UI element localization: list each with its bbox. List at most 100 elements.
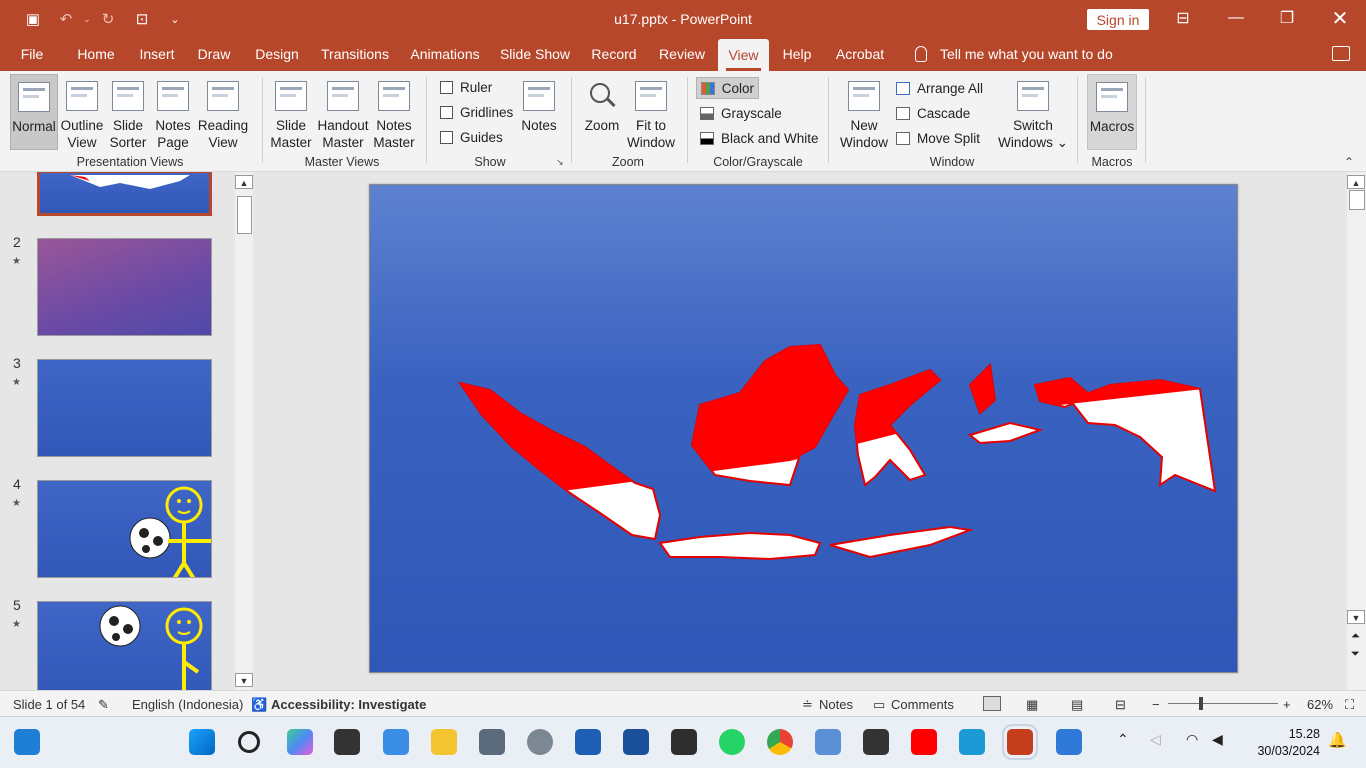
- save-icon[interactable]: ▣: [23, 9, 43, 29]
- tab-design[interactable]: Design: [248, 38, 306, 71]
- tab-slide-show[interactable]: Slide Show: [496, 38, 574, 71]
- redo-icon[interactable]: ↻: [98, 9, 118, 29]
- task-view-icon[interactable]: [334, 729, 360, 755]
- zoom-out-icon[interactable]: −: [1152, 697, 1160, 712]
- app-icon[interactable]: [14, 729, 40, 755]
- search-icon[interactable]: [238, 731, 260, 753]
- language-status[interactable]: English (Indonesia): [132, 697, 243, 712]
- tab-insert[interactable]: Insert: [132, 38, 182, 71]
- tab-acrobat[interactable]: Acrobat: [829, 38, 891, 71]
- notes-status-button[interactable]: Notes: [819, 697, 853, 712]
- slide-thumbnail-4[interactable]: [37, 480, 212, 578]
- slide-thumbnail-2[interactable]: [37, 238, 212, 336]
- tab-file[interactable]: File: [14, 38, 50, 71]
- notes-master-button[interactable]: Notes Master: [372, 74, 416, 151]
- scroll-up-icon[interactable]: ▲: [1347, 175, 1365, 189]
- thumbnail-scrollbar[interactable]: ▲ ▼: [235, 172, 253, 690]
- new-window-button[interactable]: New Window: [838, 74, 890, 151]
- tab-draw[interactable]: Draw: [190, 38, 238, 71]
- zoom-level[interactable]: 62%: [1307, 697, 1333, 712]
- outline-view-button[interactable]: Outline View: [60, 74, 104, 151]
- photos-app-icon[interactable]: [1056, 729, 1082, 755]
- tab-review[interactable]: Review: [652, 38, 712, 71]
- slide-scrollbar[interactable]: ▲ ▼ ⏶ ⏷: [1347, 172, 1366, 690]
- slide-canvas[interactable]: [369, 184, 1238, 673]
- gridlines-checkbox[interactable]: Gridlines: [440, 105, 513, 120]
- notification-bell-icon[interactable]: 🔔: [1328, 731, 1347, 749]
- handout-master-button[interactable]: Handout Master: [316, 74, 370, 151]
- zoom-slider[interactable]: [1168, 703, 1278, 704]
- youtube-icon[interactable]: [911, 729, 937, 755]
- slide-thumbnail-3[interactable]: [37, 359, 212, 457]
- normal-view-button[interactable]: Normal: [10, 74, 58, 150]
- powerpoint-icon[interactable]: [1002, 724, 1038, 760]
- speaker-icon[interactable]: ◀: [1212, 731, 1223, 748]
- present-from-start-icon[interactable]: ⊡: [132, 9, 152, 29]
- collapse-ribbon-icon[interactable]: ⌃: [1344, 155, 1354, 169]
- reading-view-status-icon[interactable]: ▤: [1071, 697, 1083, 713]
- volume-muted-icon[interactable]: ◁: [1150, 731, 1161, 748]
- show-dialog-launcher-icon[interactable]: ↘: [556, 157, 564, 168]
- slide-master-button[interactable]: Slide Master: [268, 74, 314, 151]
- triangle-app-icon[interactable]: [863, 729, 889, 755]
- customize-qat-icon[interactable]: ⌄: [165, 9, 185, 29]
- tab-record[interactable]: Record: [584, 38, 644, 71]
- fit-slide-icon[interactable]: ⛶: [1345, 697, 1354, 713]
- move-split-button[interactable]: Move Split: [892, 127, 984, 149]
- notes-toggle-button[interactable]: Notes: [518, 74, 560, 134]
- scrollbar-thumb[interactable]: [237, 196, 252, 234]
- switch-windows-button[interactable]: Switch Windows ⌄: [998, 74, 1068, 151]
- notes-page-button[interactable]: Notes Page: [152, 74, 194, 151]
- ruler-checkbox[interactable]: Ruler: [440, 80, 492, 95]
- macros-button[interactable]: Macros: [1087, 74, 1137, 150]
- zoom-button[interactable]: Zoom: [580, 74, 624, 134]
- slide-thumbnail-1[interactable]: [37, 172, 212, 216]
- wifi-icon[interactable]: ◠: [1186, 731, 1198, 748]
- close-icon[interactable]: ✕: [1317, 4, 1363, 32]
- whatsapp-icon[interactable]: [719, 729, 745, 755]
- restore-icon[interactable]: ❐: [1264, 4, 1310, 32]
- color-button[interactable]: Color: [696, 77, 759, 99]
- comments-status-button[interactable]: Comments: [891, 697, 954, 712]
- copilot-icon[interactable]: [287, 729, 313, 755]
- scroll-down-icon[interactable]: ▼: [1347, 610, 1365, 624]
- notepad-icon[interactable]: [623, 729, 649, 755]
- next-slide-icon[interactable]: ⏷: [1351, 648, 1360, 661]
- zoom-slider-thumb[interactable]: [1199, 697, 1203, 710]
- tablet-app-icon[interactable]: [959, 729, 985, 755]
- store-icon[interactable]: [575, 729, 601, 755]
- undo-icon[interactable]: ↶: [56, 9, 76, 29]
- slide-sorter-button[interactable]: Slide Sorter: [107, 74, 149, 151]
- scroll-down-icon[interactable]: ▼: [235, 673, 253, 687]
- settings-gear-icon[interactable]: [527, 729, 553, 755]
- tab-transitions[interactable]: Transitions: [314, 38, 396, 71]
- reading-view-button[interactable]: Reading View: [197, 74, 249, 151]
- arrange-all-button[interactable]: Arrange All: [892, 77, 987, 99]
- cascade-button[interactable]: Cascade: [892, 102, 974, 124]
- spelling-icon[interactable]: ✎: [98, 697, 109, 713]
- tab-animations[interactable]: Animations: [404, 38, 486, 71]
- tab-help[interactable]: Help: [775, 38, 819, 71]
- comments-icon[interactable]: [1332, 46, 1350, 61]
- slideshow-status-icon[interactable]: ⊟: [1115, 697, 1126, 713]
- grayscale-button[interactable]: Grayscale: [696, 102, 786, 124]
- start-icon[interactable]: [189, 729, 215, 755]
- black-and-white-button[interactable]: Black and White: [696, 127, 823, 149]
- scrollbar-thumb[interactable]: [1349, 190, 1365, 210]
- ribbon-display-icon[interactable]: ⊟: [1160, 4, 1206, 32]
- tab-view[interactable]: View: [718, 39, 769, 71]
- widget-icon[interactable]: [383, 729, 409, 755]
- media-app-icon[interactable]: [671, 729, 697, 755]
- undo-dropdown-icon[interactable]: ⌄: [77, 9, 97, 29]
- tell-me-search[interactable]: Tell me what you want to do: [915, 38, 1113, 71]
- slide-thumbnail-5[interactable]: [37, 601, 212, 690]
- clock[interactable]: 15.28 30/03/2024: [1246, 726, 1320, 760]
- guides-checkbox[interactable]: Guides: [440, 130, 503, 145]
- file-explorer-icon[interactable]: [431, 729, 457, 755]
- accessibility-status[interactable]: Accessibility: Investigate: [271, 697, 426, 712]
- zoom-in-icon[interactable]: +: [1283, 697, 1291, 712]
- gear-tool-icon[interactable]: [815, 729, 841, 755]
- sign-in-button[interactable]: Sign in: [1087, 9, 1149, 30]
- calculator-icon[interactable]: [479, 729, 505, 755]
- fit-to-window-button[interactable]: Fit to Window: [626, 74, 676, 151]
